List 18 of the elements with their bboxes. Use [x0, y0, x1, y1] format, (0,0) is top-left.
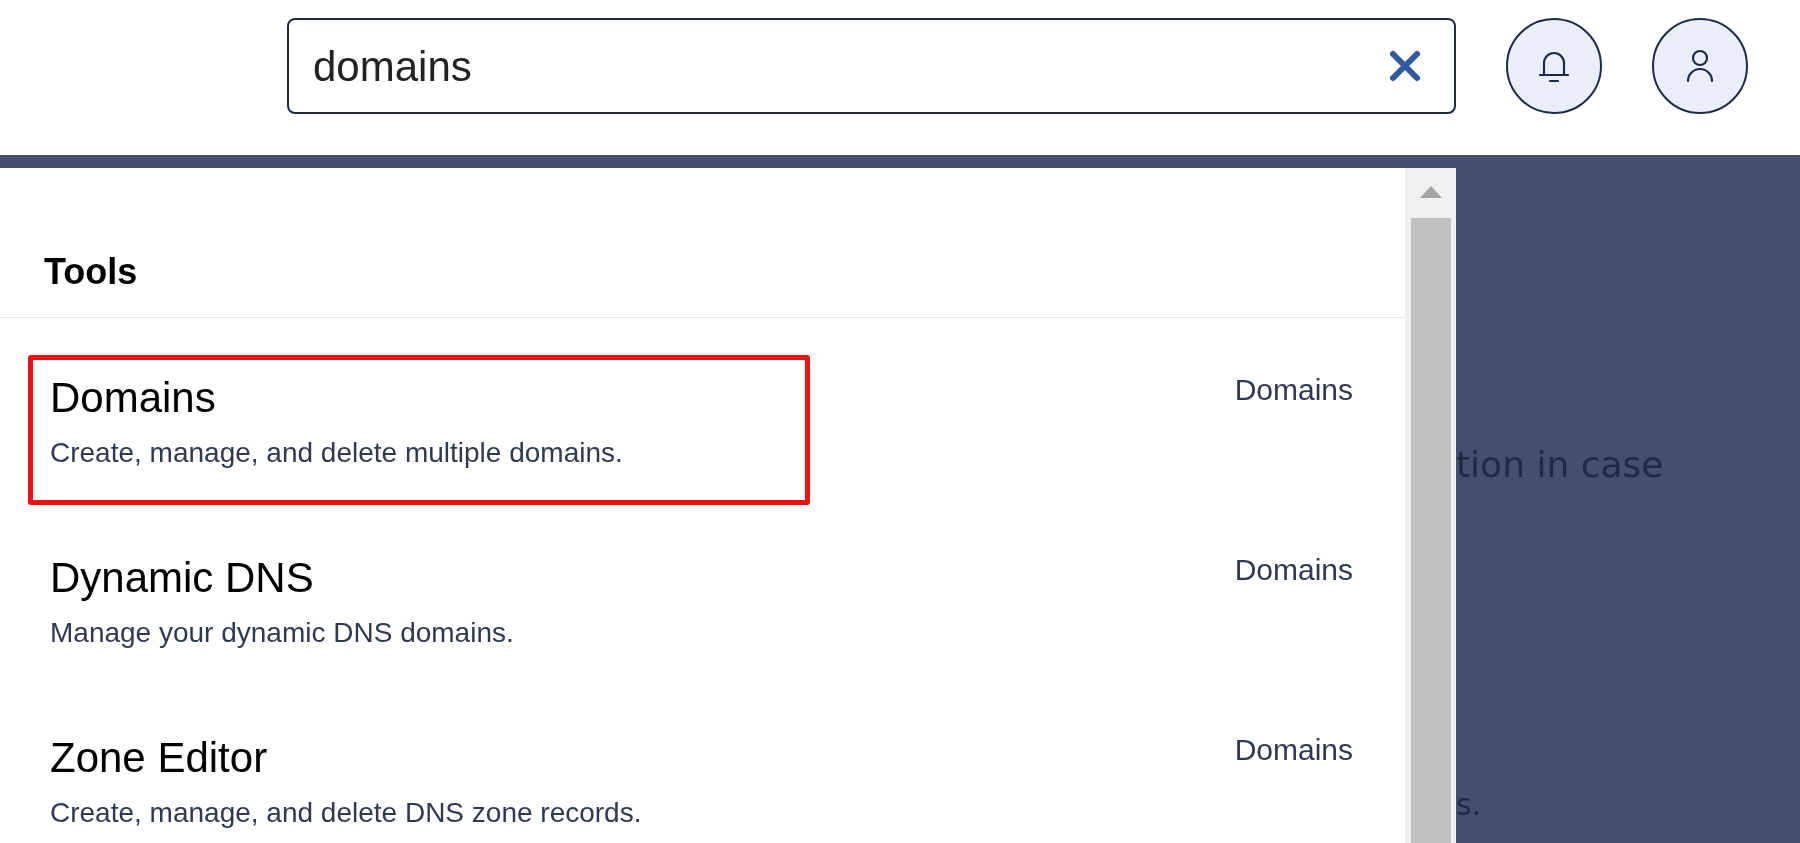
result-description: Manage your dynamic DNS domains.	[50, 616, 515, 650]
scrollbar-thumb[interactable]	[1410, 218, 1451, 843]
result-title: Dynamic DNS	[50, 553, 315, 603]
section-heading: Tools	[44, 250, 138, 294]
scrollbar[interactable]	[1405, 168, 1456, 843]
result-category: Domains	[1234, 372, 1353, 408]
search-input[interactable]: domains	[313, 34, 1388, 98]
close-icon[interactable]	[1388, 49, 1422, 83]
result-description: Create, manage, and delete DNS zone records.	[50, 796, 643, 830]
result-category: Domains	[1234, 552, 1353, 588]
result-item[interactable]: Domains Create, manage, and delete multiple domains. Domains	[28, 355, 1353, 505]
result-title: Zone Editor	[50, 733, 269, 783]
result-item[interactable]: Zone Editor Create, manage, and delete DNS zone records. Domains	[28, 715, 1353, 843]
result-item[interactable]: Dynamic DNS Manage your dynamic DNS domains. Domains	[28, 535, 1353, 685]
search-field[interactable]: domains	[287, 18, 1456, 114]
result-category: Domains	[1234, 732, 1353, 768]
result-title: Domains	[50, 373, 217, 423]
result-description: Create, manage, and delete multiple domains.	[50, 436, 624, 470]
